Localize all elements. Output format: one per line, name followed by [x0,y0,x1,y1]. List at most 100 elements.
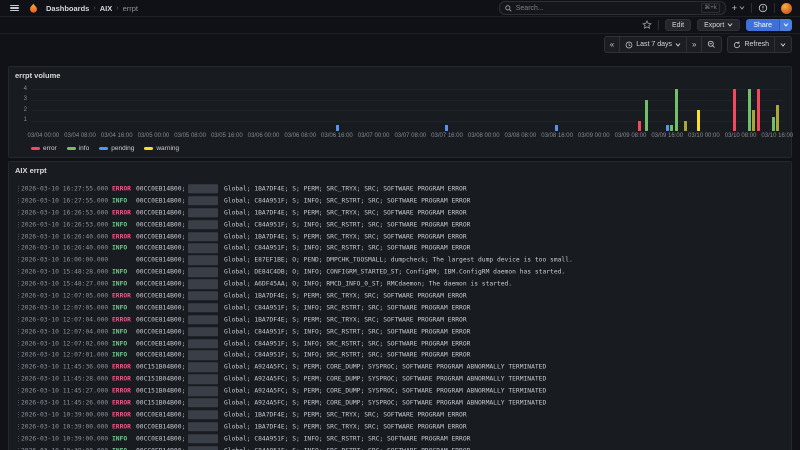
log-timestamp: 2026-03-10 16:26:40.000 [21,233,109,240]
log-timestamp: 2026-03-10 10:39:00.000 [21,423,109,431]
legend-item-warning[interactable]: warning [144,145,179,152]
time-range-picker[interactable]: Last 7 days [620,37,688,52]
log-timestamp: 2026-03-10 12:07:02.000 [21,340,109,348]
log-host-id: 00CC0EB14B00; [136,197,186,205]
bar-info [645,99,649,131]
log-host-id: 00CC0EB14B00; [136,209,186,217]
gridline [31,99,783,101]
legend-item-info[interactable]: info [66,145,89,152]
bar-info [674,89,678,131]
time-shift-forward-button[interactable]: » [687,37,703,52]
time-range-label: Last 7 days [636,41,673,48]
log-row[interactable]: ⋮ 2026-03-10 12:07:05.000 INFO 00CC0EB14B00… [9,302,791,314]
log-row[interactable]: ⋮ 2026-03-10 11:45:28.000 ERROR 00C151B04B0… [9,373,791,385]
nav-divider [774,3,775,13]
log-timestamp: 2026-03-10 12:07:04.000 [21,328,109,336]
log-row[interactable]: ⋮ 2026-03-10 12:07:05.000 ERROR 00CC0EB14B0… [9,290,791,302]
log-message: Global; 1BA7DF4E; S; PERM; SRC_TRYX; SRC… [224,411,467,419]
log-row[interactable]: ⋮ 2026-03-10 16:26:40.000 INFO 00CC0EB14B00… [9,242,791,254]
chevron-down-icon [727,23,733,27]
refresh-interval-button[interactable] [775,37,791,52]
log-rows: ⋮ 2026-03-10 16:27:55.000 ERROR 00CC0EB14B0… [9,183,791,450]
log-row[interactable]: ⋮ 2026-03-10 16:27:55.000 ERROR 00CC0EB14B0… [9,183,791,195]
log-row[interactable]: ⋮ 2026-03-10 16:27:55.000 INFO 00CC0EB14B00… [9,195,791,207]
log-row[interactable]: ⋮ 2026-03-10 10:39:00.000 INFO 00CC0E814B00… [9,433,791,445]
user-avatar[interactable] [781,2,792,14]
share-menu-button[interactable] [779,19,792,31]
log-row[interactable]: ⋮ 2026-03-10 11:45:26.000 ERROR 00C151B04B0… [9,397,791,409]
panel-title[interactable]: errpt volume [15,71,60,80]
share-button-label: Share [753,21,772,29]
bar-error [733,89,737,131]
x-tick-label: 03/10 16:00 [761,133,794,139]
log-redacted-field [188,326,218,337]
log-row[interactable]: ⋮ 2026-03-10 16:00:00.000 00CC0E814B00; Glo… [9,254,791,266]
time-zoom-out-button[interactable] [702,37,721,52]
log-level: ERROR [112,185,131,193]
edit-button[interactable]: Edit [665,19,692,31]
share-button[interactable]: Share [746,19,779,31]
log-message: Global; C84A951F; S; INFO; SRC_RSTRT; SR… [224,351,471,359]
search-input[interactable]: Search... ⌘+k [498,1,726,15]
log-redacted-field [188,350,218,361]
top-nav: Dashboards › AIX › errpt Search... ⌘+k + [0,0,800,17]
menu-toggle-icon[interactable] [8,3,21,14]
log-redacted-field [188,196,218,206]
log-row[interactable]: ⋮ 2026-03-10 12:07:02.000 INFO 00CC0EB14B00… [9,338,791,350]
log-message: Global; A924A5FC; S; PERM; CORE_DUMP; SY… [224,399,547,407]
log-row[interactable]: ⋮ 2026-03-10 12:07:04.000 ERROR 00CC0E814B0… [9,314,791,326]
log-level: ERROR [112,399,131,407]
legend-item-error[interactable]: error [31,145,57,152]
bar-warning_dark [684,120,688,131]
log-row[interactable]: ⋮ 2026-03-10 10:39:00.000 ERROR 00CC0E814B0… [9,409,791,421]
log-message: Global; 1BA7DF4E; S; PERM; SRC_TRYX; SRC… [224,209,467,217]
refresh-button[interactable]: Refresh [728,37,775,52]
export-button[interactable]: Export [697,19,741,31]
log-row[interactable]: ⋮ 2026-03-10 10:39:00.000 ERROR 00CC0EB14B0… [9,421,791,433]
log-level: INFO [112,280,128,288]
log-row[interactable]: ⋮ 2026-03-10 15:48:27.000 INFO 00CC0E814B00… [9,278,791,290]
log-message: Global; C84A951F; S; INFO; SRC_RSTRT; SR… [224,244,471,252]
log-row[interactable]: ⋮ 2026-03-10 12:07:04.000 INFO 00CC0E814B00… [9,326,791,338]
bar-info [670,124,674,131]
log-row[interactable]: ⋮ 2026-03-10 16:26:40.000 ERROR 00CC0EB14B0… [9,231,791,243]
add-new-button[interactable]: + [732,3,745,13]
help-button[interactable] [758,3,768,13]
log-message: Global; C84A951F; S; INFO; SRC_RSTRT; SR… [224,435,471,443]
log-row[interactable]: ⋮ 2026-03-10 12:07:01.000 INFO 00CC0E814B00… [9,349,791,361]
log-message: Global; A6DF45AA; O; INFO; RMCD_INFO_0_S… [224,280,513,288]
log-message: Global; C84A951F; S; INFO; SRC_RSTRT; SR… [224,197,471,205]
time-shift-back-button[interactable]: « [605,37,621,52]
log-host-id: 00C151B04B00; [136,387,186,395]
log-row[interactable]: ⋮ 2026-03-10 11:45:27.000 ERROR 00C151B04B0… [9,385,791,397]
gridline [31,89,783,90]
x-tick-label: 03/08 00:00 [467,133,500,139]
legend-item-pending[interactable]: pending [99,145,134,152]
log-message: Global; E87EF1BE; O; PEND; DMPCHK_TOOSMA… [224,256,573,264]
clock-icon [625,41,633,48]
log-row[interactable]: ⋮ 2026-03-10 16:26:53.000 INFO 00CC0EB14B00… [9,219,791,231]
log-row[interactable]: ⋮ 2026-03-10 11:45:36.000 ERROR 00C151B04B0… [9,361,791,373]
star-icon[interactable] [642,20,652,30]
search-shortcut-badge: ⌘+k [701,3,720,13]
log-host-id: 00CC0E814B00; [136,351,186,359]
log-host-id: 00CC0E814B00; [136,316,186,324]
x-tick-label: 03/08 08:00 [504,133,537,139]
log-level: ERROR [112,292,131,300]
breadcrumb-item-errpt[interactable]: errpt [123,4,138,13]
grafana-dashboard: Dashboards›AIX›errpt Search... ⌘+k + [0,0,800,450]
log-row[interactable]: ⋮2026-03-10 10:39:00.000INFO00CC0EB14B00… [9,445,791,450]
panel-title[interactable]: AIX errpt [15,166,47,175]
chevron-down-icon [675,42,681,47]
grafana-logo-icon[interactable] [28,2,39,14]
log-host-id: 00CC0E814B00; [136,280,186,288]
log-host-id: 00CC0E814B00; [136,411,186,419]
breadcrumb-item-aix[interactable]: AIX [100,4,113,13]
breadcrumb-item-dashboards[interactable]: Dashboards [46,4,89,13]
log-row[interactable]: ⋮ 2026-03-10 16:26:53.000 ERROR 00CC0EB14B0… [9,207,791,219]
log-row[interactable]: ⋮ 2026-03-10 15:48:28.000 INFO 00CC0E814B00… [9,266,791,278]
log-timestamp: 2026-03-10 12:07:01.000 [21,351,109,359]
log-redacted-field [188,303,218,313]
log-timestamp: 2026-03-10 11:45:26.000 [21,399,109,407]
log-level: ERROR [112,316,131,324]
